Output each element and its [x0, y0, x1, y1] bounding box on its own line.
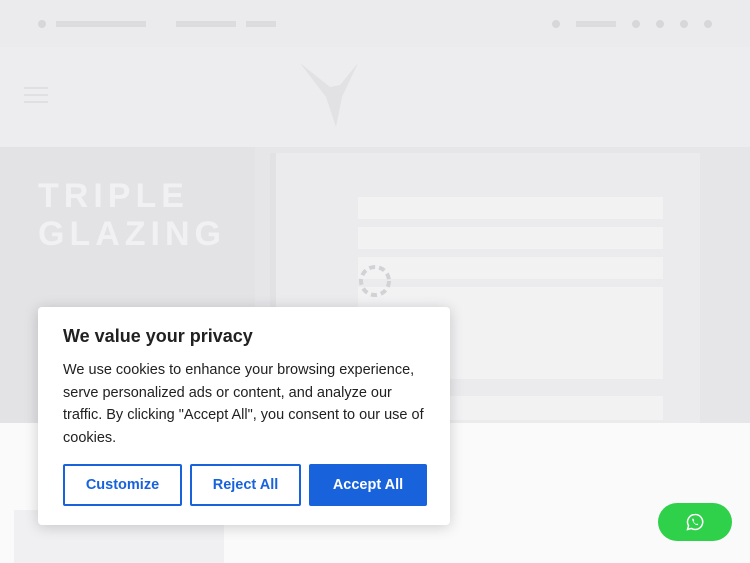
- hamburger-menu-icon[interactable]: [24, 87, 48, 103]
- cookie-buttons: Customize Reject All Accept All: [63, 464, 427, 506]
- top-bar-phone: [56, 20, 146, 27]
- site-header: [0, 47, 750, 147]
- hero-title-line1: TRIPLE: [38, 177, 189, 215]
- page: TRIPLE GLAZING We value your privacy We …: [0, 0, 750, 563]
- cookie-description: We use cookies to enhance your browsing …: [63, 362, 424, 446]
- form-name-field[interactable]: [358, 197, 663, 219]
- customize-button[interactable]: Customize: [63, 464, 182, 506]
- eagle-logo-icon[interactable]: [296, 57, 456, 137]
- instagram-icon[interactable]: [680, 19, 688, 28]
- logo-wordmark: [360, 109, 365, 120]
- top-bar-hours: [576, 20, 616, 27]
- facebook-icon[interactable]: [632, 19, 640, 28]
- form-phone-field[interactable]: [358, 257, 663, 279]
- linkedin-icon[interactable]: [704, 19, 712, 28]
- phone-icon: [38, 19, 46, 28]
- social-icon[interactable]: [552, 19, 560, 28]
- top-bar: [0, 0, 750, 47]
- top-bar-social: [552, 19, 712, 28]
- hero-title-line2: GLAZING: [38, 215, 226, 253]
- whatsapp-button[interactable]: [658, 503, 732, 541]
- top-bar-email: [176, 20, 236, 27]
- top-bar-contact: [38, 19, 276, 28]
- form-email-field[interactable]: [358, 227, 663, 249]
- loading-spinner-icon: [359, 265, 391, 297]
- twitter-icon[interactable]: [656, 19, 664, 28]
- hero-title: TRIPLE GLAZING: [38, 177, 226, 253]
- cookie-consent-dialog: We value your privacy We use cookies to …: [38, 307, 450, 525]
- whatsapp-icon: [686, 513, 704, 531]
- reject-all-button[interactable]: Reject All: [190, 464, 301, 506]
- accept-all-button[interactable]: Accept All: [309, 464, 427, 506]
- top-bar-link: [246, 20, 276, 27]
- cookie-title: We value your privacy: [63, 326, 253, 346]
